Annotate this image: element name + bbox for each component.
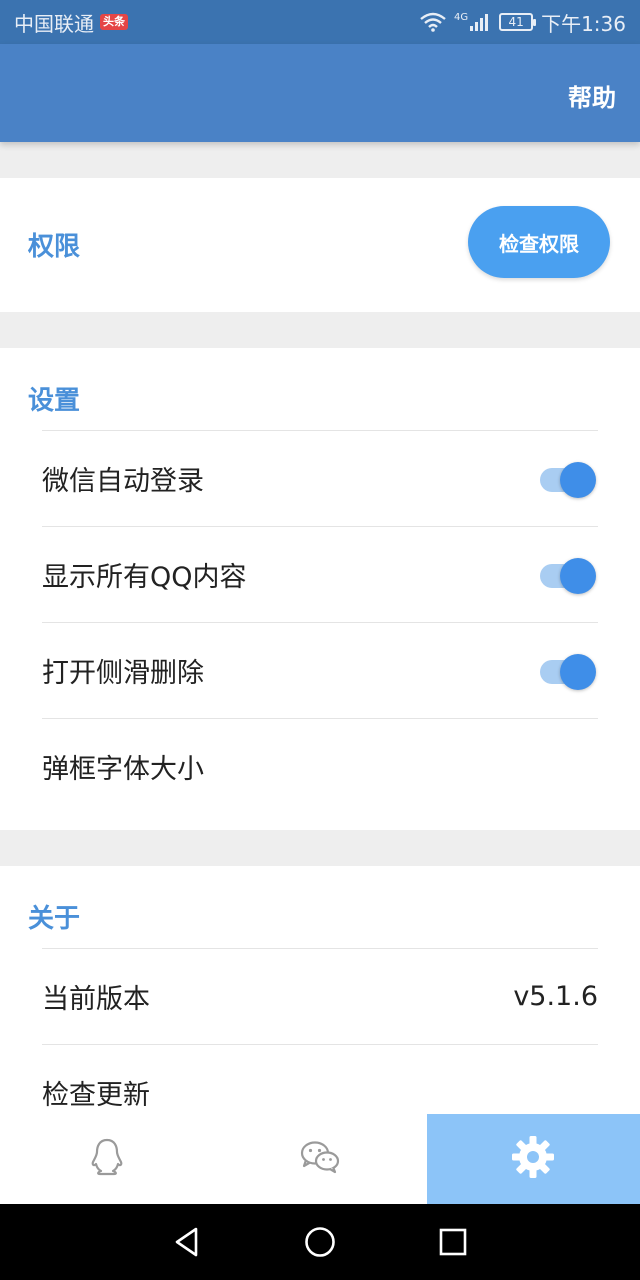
gear-icon	[510, 1134, 556, 1184]
carrier-name: 中国联通	[14, 11, 94, 36]
nav-tab-qq[interactable]	[0, 1114, 213, 1204]
battery-icon: 41	[499, 13, 537, 31]
qq-penguin-icon	[89, 1137, 125, 1181]
setting-label: 打开侧滑删除	[42, 658, 204, 689]
about-title: 关于	[28, 904, 81, 934]
about-list: 当前版本 v5.1.6 检查更新	[42, 948, 598, 1116]
setting-row-wechat-auto-login[interactable]: 微信自动登录	[42, 430, 598, 526]
show-all-qq-toggle[interactable]	[538, 557, 598, 594]
toggle-thumb	[560, 557, 596, 594]
permission-title: 权限	[28, 232, 81, 262]
status-bar: 中国联通 头条 4G 41 下午1:36	[0, 0, 640, 44]
status-left: 中国联通 头条	[14, 8, 128, 37]
setting-row-show-all-qq[interactable]: 显示所有QQ内容	[42, 526, 598, 622]
home-icon	[305, 1227, 335, 1257]
app-bar: 帮助	[0, 44, 640, 142]
setting-row-dialog-font-size[interactable]: 弹框字体大小	[42, 718, 598, 814]
about-label: 当前版本	[42, 984, 150, 1015]
help-button[interactable]: 帮助	[568, 78, 616, 113]
settings-list: 微信自动登录 显示所有QQ内容 打开侧滑删除 弹框字体大小	[42, 430, 598, 814]
setting-row-swipe-delete[interactable]: 打开侧滑删除	[42, 622, 598, 718]
about-label: 检查更新	[42, 1080, 150, 1111]
wifi-icon	[420, 12, 446, 32]
setting-label: 微信自动登录	[42, 466, 204, 497]
check-permission-button[interactable]: 检查权限	[468, 206, 610, 278]
cell-signal-icon: 4G	[454, 12, 491, 32]
network-type: 4G	[453, 12, 469, 23]
recents-button[interactable]	[423, 1212, 483, 1272]
setting-label: 弹框字体大小	[42, 754, 204, 785]
wechat-auto-login-toggle[interactable]	[538, 461, 598, 498]
about-row-check-update[interactable]: 检查更新	[42, 1044, 598, 1116]
recents-icon	[440, 1228, 467, 1256]
back-button[interactable]	[157, 1212, 217, 1272]
about-card: 关于 当前版本 v5.1.6 检查更新	[0, 866, 640, 1116]
status-right: 4G 41 下午1:36	[420, 8, 626, 37]
screen: 中国联通 头条 4G 41 下午1:36 帮助 权限 检查权限 设置 微信自动登…	[0, 0, 640, 1280]
home-button[interactable]	[290, 1212, 350, 1272]
news-badge: 头条	[100, 14, 128, 30]
nav-tab-settings[interactable]	[426, 1114, 640, 1204]
setting-label: 显示所有QQ内容	[42, 562, 247, 593]
back-icon	[175, 1227, 197, 1257]
bottom-nav	[0, 1114, 640, 1204]
settings-card: 设置 微信自动登录 显示所有QQ内容 打开侧滑删除 弹框字体大小	[0, 348, 640, 830]
settings-title: 设置	[28, 386, 81, 416]
version-value: v5.1.6	[513, 981, 598, 1012]
toggle-thumb	[560, 653, 596, 690]
about-row-version: 当前版本 v5.1.6	[42, 948, 598, 1044]
system-nav-bar	[0, 1204, 640, 1280]
permission-card: 权限 检查权限	[0, 178, 640, 312]
wechat-icon	[299, 1139, 341, 1179]
nav-tab-wechat[interactable]	[213, 1114, 426, 1204]
clock: 下午1:36	[541, 11, 626, 36]
swipe-delete-toggle[interactable]	[538, 653, 598, 690]
toggle-thumb	[560, 461, 596, 498]
battery-level: 41	[508, 15, 524, 29]
